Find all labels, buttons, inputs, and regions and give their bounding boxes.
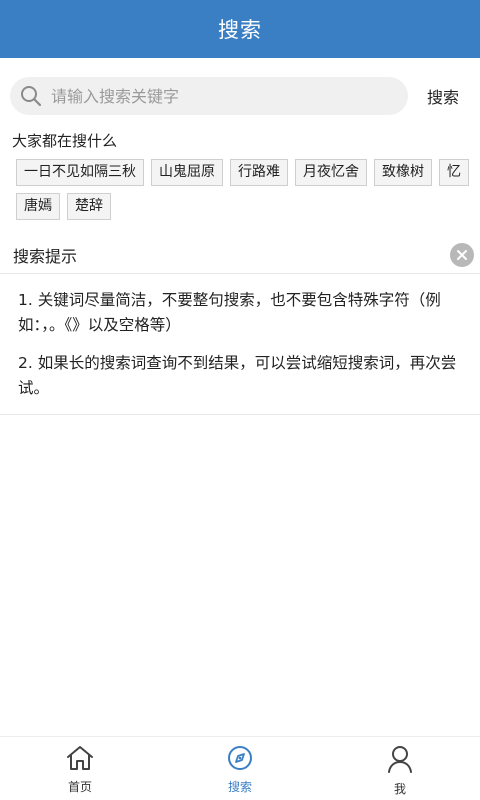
search-box[interactable]: [10, 77, 408, 115]
hot-tag[interactable]: 行路难: [230, 159, 288, 186]
tab-label: 首页: [67, 780, 92, 794]
hot-tag[interactable]: 唐嫣: [16, 193, 60, 220]
person-icon: [387, 745, 413, 777]
page-title: 搜索: [218, 18, 262, 42]
hot-tag[interactable]: 月夜忆舍: [295, 159, 367, 186]
tab-label: 我: [393, 782, 406, 796]
home-icon: [65, 745, 95, 775]
search-tips-body: 1. 关键词尽量简洁，不要整句搜索，也不要包含特殊字符（例如：，。《》以及空格等…: [0, 274, 480, 415]
search-tips-header: 搜索提示: [0, 240, 480, 274]
hot-tag[interactable]: 忆: [439, 159, 469, 186]
hot-tag[interactable]: 山鬼屈原: [151, 159, 223, 186]
hot-tag[interactable]: 楚辞: [67, 193, 111, 220]
search-tips-title: 搜索提示: [13, 246, 78, 266]
hot-tags: 一日不见如隔三秋 山鬼屈原 行路难 月夜忆舍 致橡树 忆 唐嫣 楚辞: [0, 151, 480, 227]
hot-tag[interactable]: 一日不见如隔三秋: [16, 159, 144, 186]
compass-icon: [227, 745, 253, 775]
tip-item: 1. 关键词尽量简洁，不要整句搜索，也不要包含特殊字符（例如：，。《》以及空格等…: [18, 291, 441, 334]
search-input[interactable]: [51, 86, 371, 106]
tab-search[interactable]: 搜索: [160, 737, 320, 800]
search-button[interactable]: 搜索: [427, 84, 459, 108]
bottom-tab-bar: 首页 搜索 我: [0, 736, 480, 800]
search-icon: [20, 85, 42, 107]
close-icon[interactable]: [450, 242, 474, 267]
tab-me[interactable]: 我: [320, 737, 480, 800]
hot-tag[interactable]: 致橡树: [374, 159, 432, 186]
tab-label: 搜索: [227, 780, 252, 794]
hot-searches-title: 大家都在搜什么: [12, 132, 118, 150]
app-header: 搜索: [0, 0, 480, 58]
tip-item: 2. 如果长的搜索词查询不到结果，可以尝试缩短搜索词，再次尝试。: [18, 354, 457, 397]
tab-home[interactable]: 首页: [0, 737, 160, 800]
search-row: 搜索: [0, 77, 480, 115]
